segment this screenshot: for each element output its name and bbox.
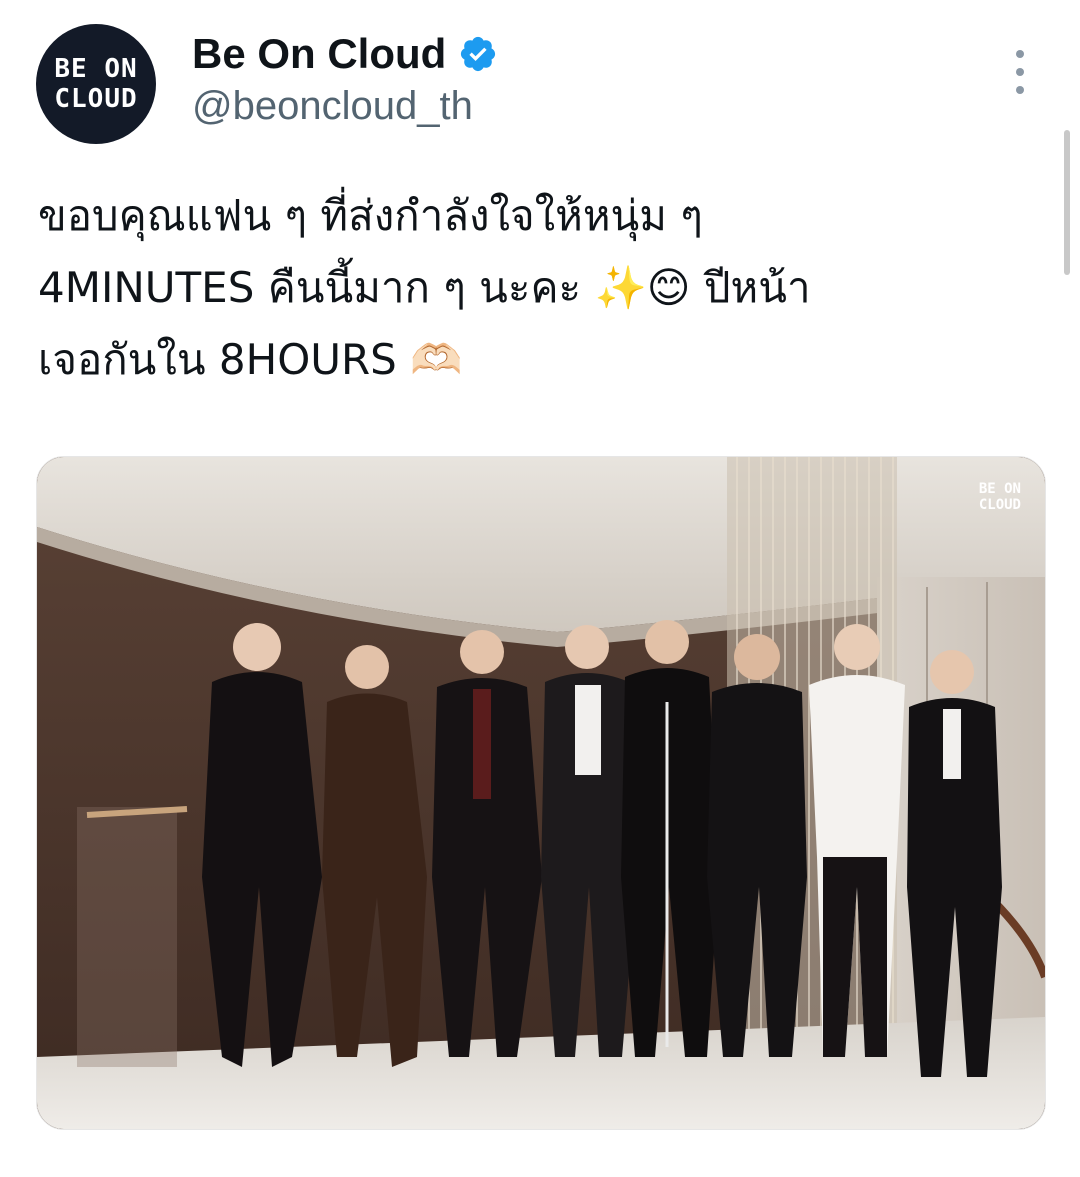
author-avatar[interactable]: BE ON CLOUD [36,24,156,144]
author-display-name[interactable]: Be On Cloud [192,30,446,78]
author-handle[interactable]: @beoncloud_th [192,84,498,129]
author-header: Be On Cloud @beoncloud_th [192,26,498,129]
post-text-line: 4MINUTES คืนนี้มาก ๆ นะคะ ✨😊 ปีหน้า [38,263,811,312]
more-dot [1016,50,1024,58]
scrollbar[interactable] [1064,130,1070,275]
display-name-row: Be On Cloud [192,26,498,82]
media-watermark-logo: BE ON CLOUD [978,481,1021,513]
more-options-icon[interactable] [1000,50,1040,94]
post-text-line: ขอบคุณแฟน ๆ ที่ส่งกำลังใจให้หนุ่ม ๆ [38,191,703,240]
group-photo-image [37,457,1045,1129]
more-dot [1016,86,1024,94]
more-dot [1016,68,1024,76]
tweet-card: BE ON CLOUD Be On Cloud @beoncloud_th ขอ… [0,0,1080,1177]
post-media-photo[interactable]: BE ON CLOUD [36,456,1046,1130]
verified-badge-icon [458,34,498,74]
post-text: ขอบคุณแฟน ๆ ที่ส่งกำลังใจให้หนุ่ม ๆ 4MIN… [38,180,1028,396]
post-text-line: เจอกันใน 8HOURS 🫶🏻 [38,335,463,384]
avatar-logo: BE ON CLOUD [54,54,138,114]
